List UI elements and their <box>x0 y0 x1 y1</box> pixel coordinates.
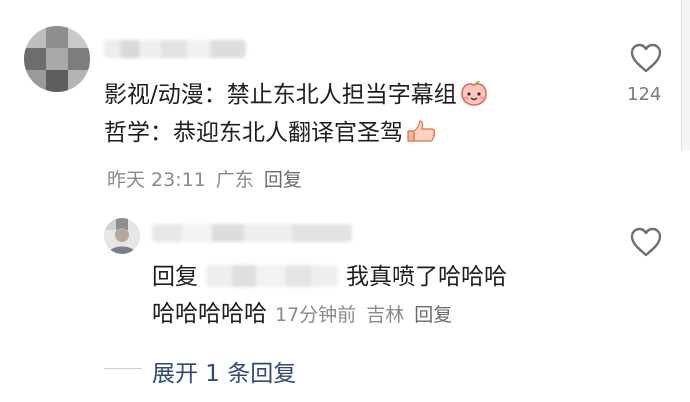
reply-mention-redacted[interactable] <box>206 265 338 287</box>
reply-meta: 17分钟前 吉林 回复 <box>275 304 452 326</box>
comment-meta: 昨天 23:11 广东 回复 <box>107 165 302 192</box>
reply-reply-button[interactable]: 回复 <box>414 304 452 326</box>
replier-name-redacted[interactable] <box>152 224 352 242</box>
thumbs-up-emoji-icon <box>405 119 437 143</box>
replier-avatar[interactable] <box>104 218 140 254</box>
commenter-avatar[interactable] <box>24 26 90 92</box>
comment-reply-button[interactable]: 回复 <box>264 169 302 191</box>
reply-time: 17分钟前 <box>275 304 357 326</box>
reply-prefix: 回复 <box>152 264 198 290</box>
heart-icon <box>629 43 663 78</box>
heart-icon <box>629 227 663 262</box>
reply-location: 吉林 <box>366 304 405 326</box>
expand-replies-button[interactable]: 展开 1 条回复 <box>152 354 296 388</box>
comment-line-1-text: 影视/动漫：禁止东北人担当字幕组 <box>104 82 457 108</box>
scrollbar[interactable] <box>681 0 690 150</box>
comment-line-2-text: 哲学：恭迎东北人翻译官圣驾 <box>104 120 403 146</box>
expand-divider <box>104 368 142 369</box>
comment-time: 昨天 23:11 <box>107 169 206 191</box>
commenter-name-redacted[interactable] <box>104 40 246 58</box>
reply-text-part-1: 我真喷了哈哈哈 <box>346 264 507 290</box>
comment-location: 广东 <box>215 169 254 191</box>
reply-text-line-1: 回复 我真喷了哈哈哈 <box>152 262 507 292</box>
reply-like-button[interactable] <box>624 226 668 262</box>
comment-like-count: 124 <box>627 84 662 105</box>
reply-text-part-2: 哈哈哈哈哈 <box>152 301 267 327</box>
reply-text-line-2: 哈哈哈哈哈 17分钟前 吉林 回复 <box>152 299 452 330</box>
comment-text-line-1: 影视/动漫：禁止东北人担当字幕组 <box>104 80 488 110</box>
peach-face-emoji-icon <box>460 80 488 106</box>
comment-like-button[interactable] <box>624 42 668 78</box>
comment-text-line-2: 哲学：恭迎东北人翻译官圣驾 <box>104 118 437 148</box>
